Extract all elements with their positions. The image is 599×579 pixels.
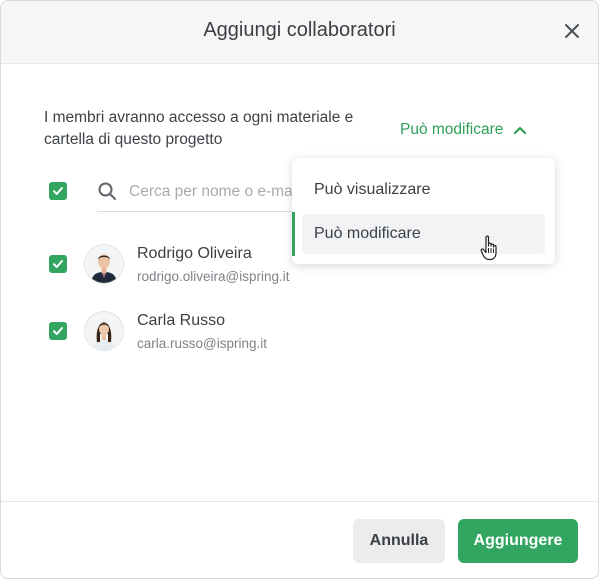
member-name: Rodrigo Oliveira <box>137 245 252 262</box>
menu-item-can-edit[interactable]: Può modificare <box>302 214 545 254</box>
search-icon <box>98 182 116 200</box>
avatar <box>84 311 124 351</box>
member-checkbox-carla[interactable] <box>49 322 67 340</box>
avatar <box>84 244 124 284</box>
menu-item-label: Può modificare <box>314 225 421 242</box>
selected-indicator <box>292 212 295 256</box>
permission-dropdown-menu: Può visualizzare Può modificare <box>292 158 555 264</box>
add-collaborators-dialog: Aggiungi collaboratori I membri avranno … <box>0 0 599 579</box>
cancel-button[interactable]: Annulla <box>353 519 445 563</box>
close-button[interactable] <box>560 19 584 43</box>
checkmark-icon <box>53 187 63 195</box>
checkmark-icon <box>53 327 63 335</box>
checkmark-icon <box>53 260 63 268</box>
hand-pointer-icon <box>480 235 497 261</box>
permission-dropdown-toggle[interactable]: Può modificare <box>400 119 527 141</box>
search-input[interactable] <box>127 179 301 205</box>
member-name: Carla Russo <box>137 312 226 329</box>
member-email: rodrigo.oliveira@ispring.it <box>137 269 290 284</box>
select-all-checkbox[interactable] <box>49 182 67 200</box>
dialog-header: Aggiungi collaboratori <box>1 1 598 64</box>
person-avatar-icon <box>85 245 123 283</box>
person-avatar-icon <box>85 312 123 350</box>
member-email: carla.russo@ispring.it <box>137 336 267 351</box>
menu-item-can-view[interactable]: Può visualizzare <box>302 170 545 210</box>
permission-selected-label: Può modificare <box>400 121 504 138</box>
close-icon <box>565 24 579 38</box>
add-button[interactable]: Aggiungere <box>458 519 578 563</box>
chevron-up-icon <box>514 126 527 135</box>
menu-item-label: Può visualizzare <box>314 181 431 198</box>
dialog-title: Aggiungi collaboratori <box>203 19 396 41</box>
access-description: I membri avranno accesso a ogni material… <box>44 109 354 148</box>
search-field <box>97 171 301 212</box>
member-checkbox-rodrigo[interactable] <box>49 255 67 273</box>
